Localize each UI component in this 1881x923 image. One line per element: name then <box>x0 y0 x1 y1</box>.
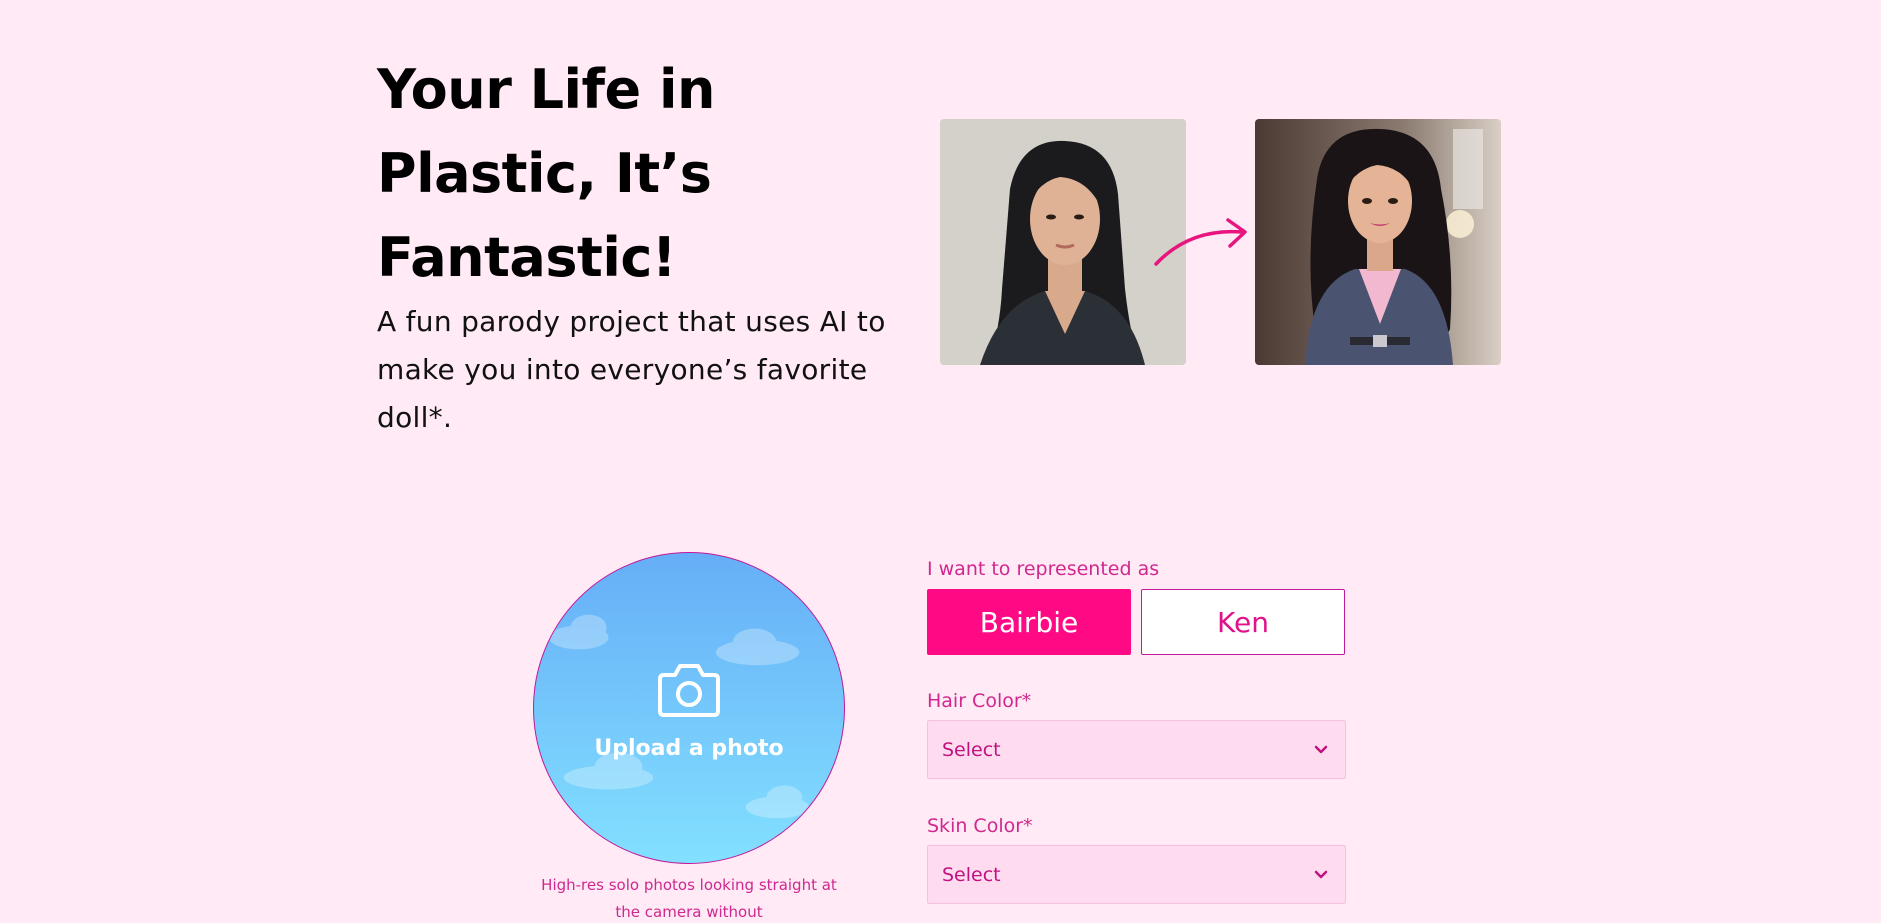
example-after-photo <box>1255 119 1501 365</box>
hero-title: Your Life in Plastic, It’s Fantastic! <box>377 58 715 289</box>
upload-photo-button[interactable]: Upload a photo <box>533 552 845 864</box>
camera-icon <box>658 664 720 717</box>
chevron-down-icon <box>1314 870 1328 879</box>
skin-color-label: Skin Color* <box>927 815 1033 837</box>
arrow-right-icon <box>1154 218 1247 266</box>
hair-color-value: Select <box>942 738 1001 761</box>
represent-as-label: I want to represented as <box>927 558 1160 580</box>
ken-option-button[interactable]: Ken <box>1141 589 1345 655</box>
upload-label: Upload a photo <box>594 736 784 761</box>
skin-color-value: Select <box>942 863 1001 886</box>
hair-color-select[interactable]: Select <box>927 720 1346 779</box>
hair-color-label: Hair Color* <box>927 690 1032 712</box>
upload-hint: High-res solo photos looking straight at… <box>541 876 837 921</box>
page: Your Life in Plastic, It’s Fantastic! A … <box>0 0 1881 923</box>
chevron-down-icon <box>1314 745 1328 754</box>
hero-subtitle: A fun parody project that uses AI to mak… <box>377 305 886 434</box>
skin-color-select[interactable]: Select <box>927 845 1346 904</box>
bairbie-option-button[interactable]: Bairbie <box>927 589 1131 655</box>
